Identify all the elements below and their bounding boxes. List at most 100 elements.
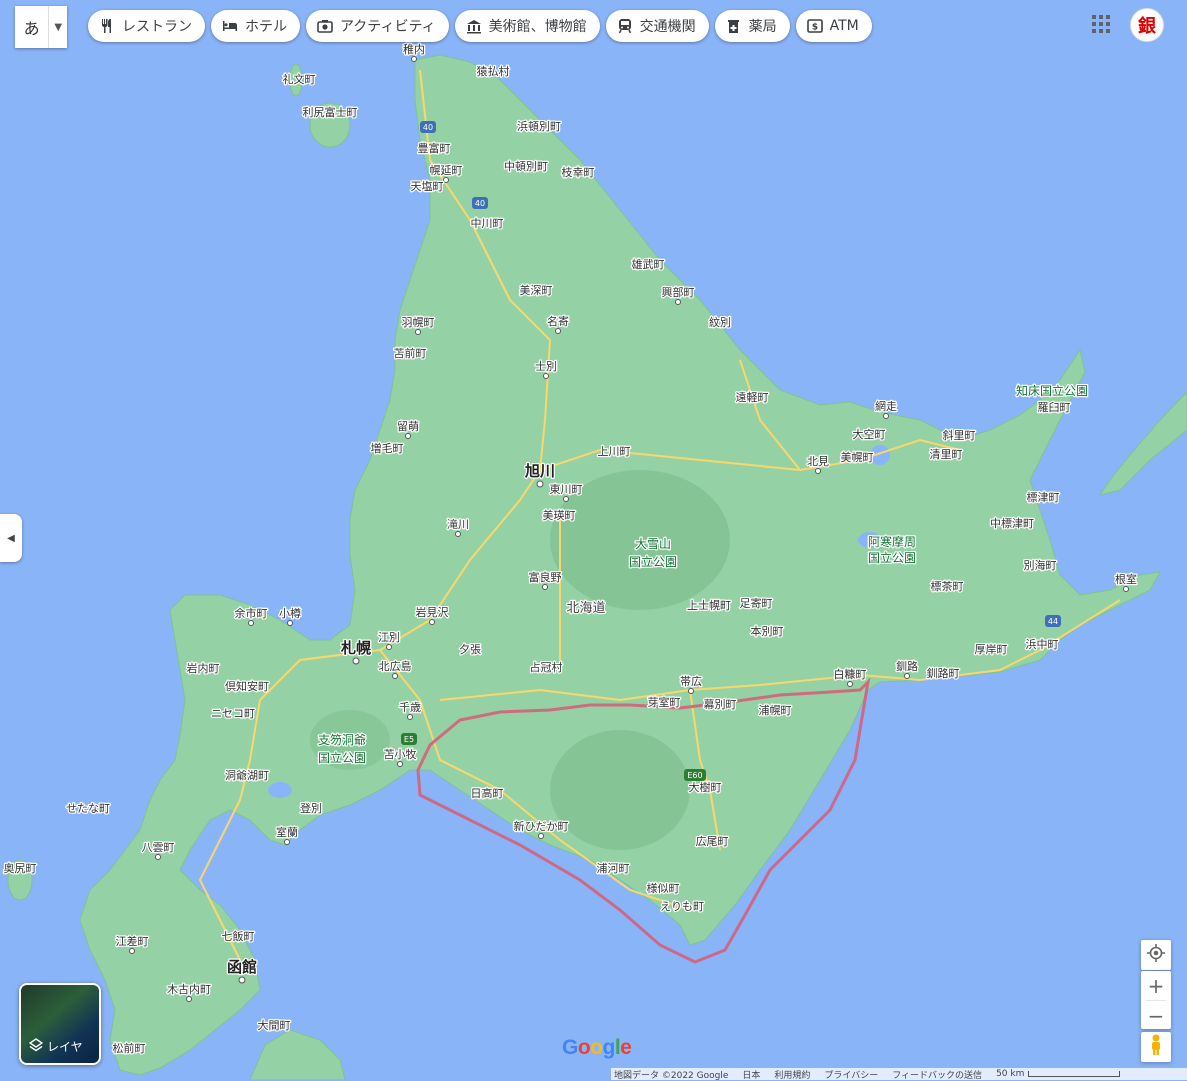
place-label[interactable]: 興部町 [660,284,696,301]
park-label[interactable]: 国立公園 [628,553,679,571]
place-label[interactable]: 松前町 [111,1040,147,1057]
major-city-label[interactable]: 函館 [226,957,259,978]
place-label[interactable]: 足寄町 [738,595,774,612]
place-label[interactable]: 芽室町 [646,694,682,711]
place-label[interactable]: 江差町 [114,933,150,950]
place-label[interactable]: 標津町 [1025,489,1061,506]
my-location-button[interactable] [1141,940,1171,970]
place-label[interactable]: 洞爺湖町 [224,767,271,784]
place-label[interactable]: 北広島 [377,658,413,675]
park-label[interactable]: 阿寒摩周 [867,533,918,551]
place-label[interactable]: 標茶町 [929,578,965,595]
place-label[interactable]: 美深町 [518,283,554,299]
place-label[interactable]: 枝幸町 [560,164,596,181]
place-label[interactable]: 羽幌町 [400,314,436,331]
place-label[interactable]: 東川町 [548,482,584,498]
place-label[interactable]: ニセコ町 [210,706,257,722]
place-label[interactable]: 遠軽町 [734,390,770,406]
place-label[interactable]: 本別町 [749,623,785,640]
place-label[interactable]: 占冠村 [528,659,564,676]
place-label[interactable]: 士別 [534,359,559,375]
place-label[interactable]: 豊富町 [416,140,452,157]
place-label[interactable]: 中川町 [469,216,505,232]
place-label[interactable]: 名寄 [546,313,571,330]
place-label[interactable]: 浦河町 [595,861,631,877]
place-label[interactable]: 日高町 [469,785,505,802]
place-label[interactable]: 斜里町 [941,428,977,444]
place-label[interactable]: 美瑛町 [541,508,577,524]
place-label[interactable]: 帯広 [679,674,704,690]
place-label[interactable]: 美幌町 [839,449,875,466]
place-label[interactable]: 浜中町 [1024,637,1060,653]
scale-bar[interactable]: 50 km [996,1069,1121,1079]
place-label[interactable]: 中頓別町 [503,158,550,175]
place-label[interactable]: 八雲町 [140,840,176,856]
place-label[interactable]: 猿払村 [475,63,511,80]
park-label[interactable]: 知床国立公園 [1015,382,1090,400]
feedback-link[interactable]: フィードバックの送信 [892,1068,982,1081]
place-label[interactable]: 北見 [806,454,831,470]
major-city-label[interactable]: 旭川 [523,461,557,482]
side-panel-toggle[interactable]: ◀ [0,514,22,562]
privacy-link[interactable]: プライバシー [824,1068,878,1081]
place-label[interactable]: 白糠町 [832,666,868,683]
park-label[interactable]: 大雪山 [634,536,673,553]
place-label[interactable]: 幕別町 [702,696,738,713]
street-view-pegman[interactable] [1141,1032,1171,1062]
terms-link[interactable]: 利用規約 [774,1068,810,1081]
place-label[interactable]: 岩内町 [185,660,221,677]
place-label[interactable]: 富良野 [527,569,563,586]
place-label[interactable]: 利尻富士町 [301,104,359,121]
place-label[interactable]: 増毛町 [369,441,405,457]
major-city-label[interactable]: 札幌 [339,638,373,659]
place-label[interactable]: 天塩町 [409,178,445,195]
park-label[interactable]: 国立公園 [317,749,368,767]
place-label[interactable]: 小樽 [278,605,303,622]
place-label[interactable]: 雄武町 [630,256,666,273]
chip-activities[interactable]: アクティビティ [306,10,449,42]
place-label[interactable]: 釧路 [895,658,920,675]
place-label[interactable]: 大空町 [851,426,887,443]
chip-restaurant[interactable]: レストラン [88,10,205,42]
place-label[interactable]: 別海町 [1022,557,1058,574]
place-label[interactable]: 網走 [874,398,899,415]
input-language-selector[interactable]: あ ▼ [15,6,67,48]
place-label[interactable]: 広尾町 [694,834,730,850]
place-label[interactable]: 奥尻町 [2,860,38,877]
map-canvas[interactable]: 稚内猿払村 礼文町利尻富士町浜頓別町豊富町幌延町 中頓別町 枝幸町天塩町中川町雄武町興… [0,0,1187,1080]
account-avatar[interactable]: 銀 [1130,8,1164,42]
place-label[interactable]: 七飯町 [220,928,256,945]
place-label[interactable]: 中標津町 [989,515,1036,532]
place-label[interactable]: 滝川 [446,517,471,533]
place-label[interactable]: 苫前町 [392,345,428,362]
place-label[interactable]: 大間町 [256,1017,292,1034]
place-label[interactable]: 留萌 [396,418,421,435]
chip-transit[interactable]: 交通機関 [605,10,709,42]
apps-grid-icon[interactable] [1092,15,1110,33]
chip-atm[interactable]: $ ATM [795,10,872,42]
place-label[interactable]: 江別 [377,630,402,646]
place-label[interactable]: 上士幌町 [686,597,733,614]
chip-hotel[interactable]: ホテル [211,10,300,42]
place-label[interactable]: 羅臼町 [1036,399,1072,416]
place-label[interactable]: えりも町 [659,899,706,915]
park-label[interactable]: 国立公園 [867,549,918,567]
zoom-in-button[interactable]: + [1141,971,1171,1000]
place-label[interactable]: 千歳 [398,700,423,716]
place-label[interactable]: 室蘭 [275,824,300,841]
zoom-out-button[interactable]: − [1141,1001,1171,1030]
chip-museums[interactable]: 美術館、博物館 [454,10,600,42]
place-label[interactable]: 様似町 [645,880,681,897]
country-link[interactable]: 日本 [742,1068,760,1081]
place-label[interactable]: 木古内町 [166,981,213,998]
place-label[interactable]: 紋別 [708,314,733,331]
place-label[interactable]: 余市町 [233,605,269,622]
place-label[interactable]: 幌延町 [428,162,464,179]
park-label[interactable]: 支笏洞爺 [317,731,368,749]
place-label[interactable]: 苫小牧 [382,746,418,763]
place-label[interactable]: 倶知安町 [224,678,271,695]
place-label[interactable]: 岩見沢 [414,604,450,621]
place-label[interactable]: 清里町 [928,447,964,463]
place-label[interactable]: 釧路町 [925,665,961,682]
place-label[interactable]: 根室 [1114,571,1139,588]
